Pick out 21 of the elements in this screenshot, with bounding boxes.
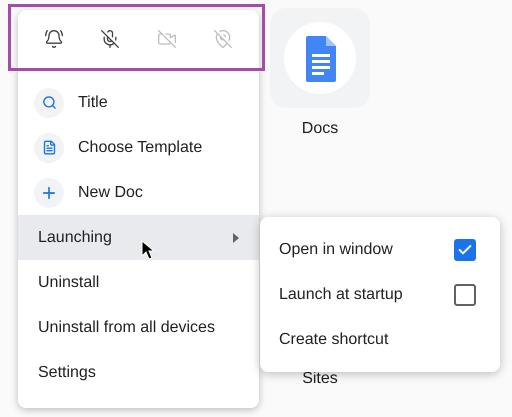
document-icon (284, 22, 356, 94)
document-icon (34, 132, 64, 162)
app-label: Sites (302, 369, 338, 389)
menu-item[interactable]: Uninstall from all devices (18, 305, 259, 350)
menu-item[interactable]: Launching (18, 215, 259, 260)
menu-item[interactable]: Launch at startup (260, 272, 500, 317)
menu-item[interactable]: Settings (18, 350, 259, 395)
submenu-arrow-icon (233, 232, 239, 242)
menu-item[interactable]: Open in window (260, 227, 500, 272)
menu-item[interactable]: Title (18, 80, 259, 125)
checkbox[interactable] (454, 238, 476, 260)
app-label: Docs (302, 119, 338, 139)
menu-item[interactable]: New Doc (18, 170, 259, 215)
app-tile[interactable] (270, 8, 370, 108)
menu-item[interactable]: Uninstall (18, 260, 259, 305)
checkbox[interactable] (454, 284, 476, 306)
menu-item[interactable]: Choose Template (18, 125, 259, 170)
plus-icon (34, 178, 64, 208)
search-icon (34, 88, 64, 118)
mouse-cursor-icon (141, 240, 155, 260)
menu-item[interactable]: Create shortcut (260, 317, 500, 362)
